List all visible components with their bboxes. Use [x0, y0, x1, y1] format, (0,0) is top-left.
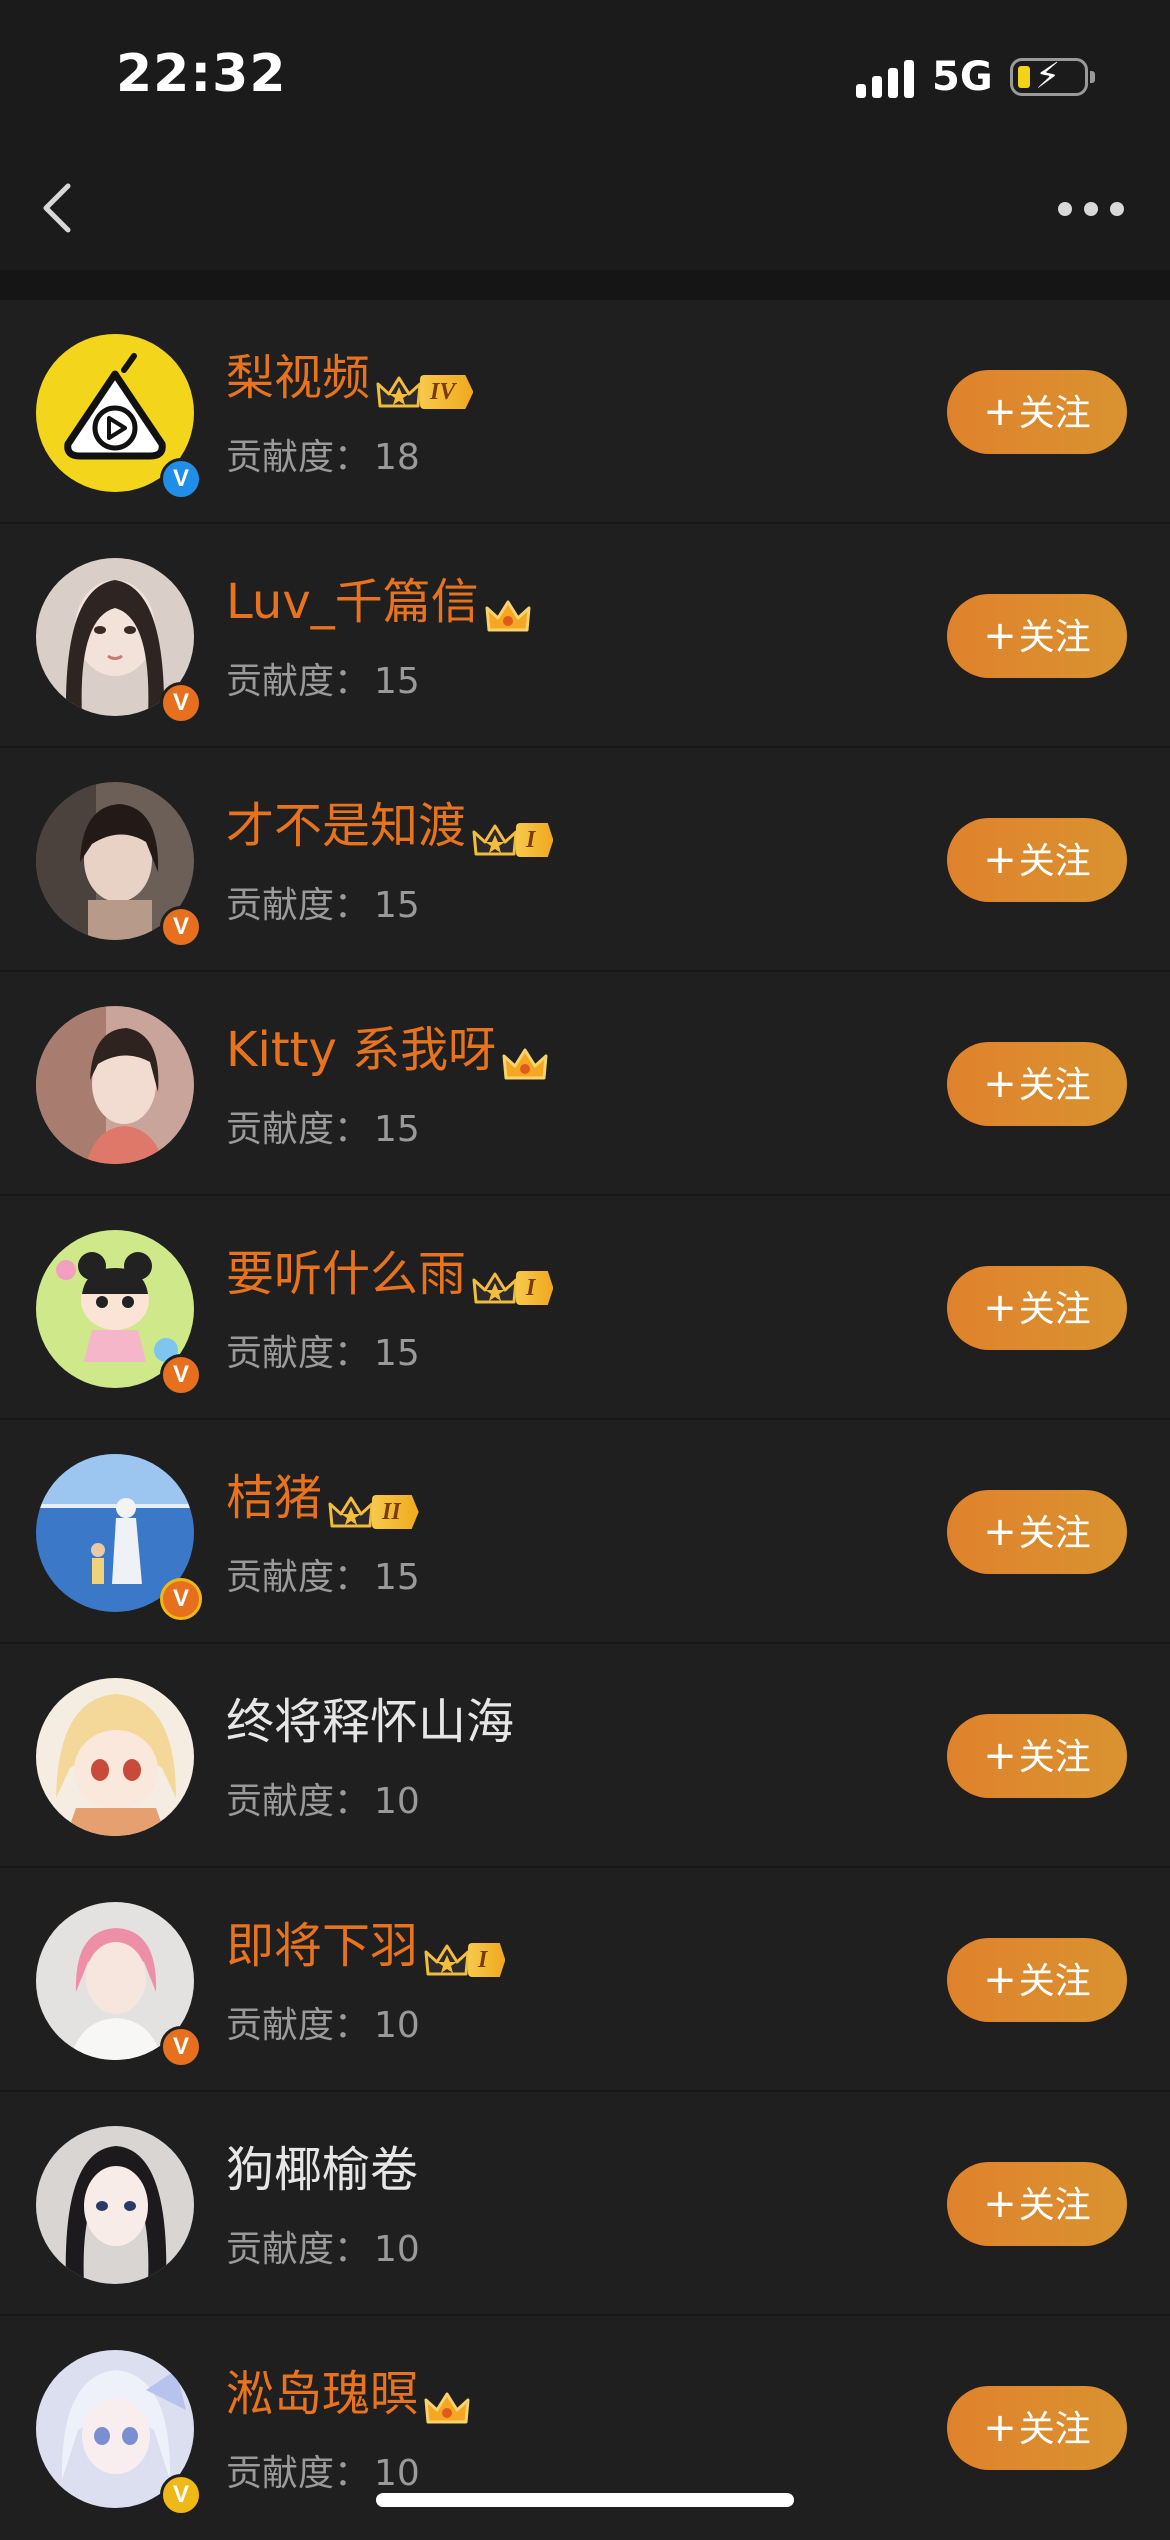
plus-icon: +: [983, 2405, 1017, 2451]
verified-badge-icon: V: [160, 2474, 202, 2516]
list-item[interactable]: V 即将下羽 I 贡献度： 10 +关注: [0, 1868, 1170, 2092]
avatar[interactable]: [36, 1006, 194, 1164]
list-item[interactable]: 终将释怀山海 贡献度： 10 +关注: [0, 1644, 1170, 1868]
status-bar: 22:32 5G ⚡: [0, 0, 1170, 150]
contribution-score: 贡献度： 15: [226, 1333, 420, 1374]
follow-button[interactable]: +关注: [947, 370, 1127, 454]
status-time: 22:32: [116, 44, 287, 104]
crown-icon: [472, 1272, 518, 1304]
nav-bar: [0, 150, 1170, 270]
list-item[interactable]: V 桔猪 II 贡献度： 15 +关注: [0, 1420, 1170, 1644]
verified-badge-icon: V: [160, 2026, 202, 2068]
verified-badge-icon: V: [160, 458, 202, 500]
list-item[interactable]: V Luv_千篇信 贡献度： 15 +关注: [0, 524, 1170, 748]
level-badge: II: [326, 1481, 419, 1529]
list-item[interactable]: V 梨视频 IV 贡献度： 18 +关注: [0, 300, 1170, 524]
verified-badge-icon: V: [160, 1578, 202, 1620]
plus-icon: +: [983, 1733, 1017, 1779]
level-badge: I: [470, 1257, 554, 1305]
contribution-score: 贡献度： 10: [226, 2005, 420, 2046]
contribution-score: 贡献度： 10: [226, 2453, 420, 2494]
level-badge: I: [422, 1929, 506, 1977]
back-icon[interactable]: [30, 178, 90, 238]
plus-icon: +: [983, 613, 1017, 659]
plus-icon: +: [983, 1285, 1017, 1331]
list-item[interactable]: Kitty 系我呀 贡献度： 15 +关注: [0, 972, 1170, 1196]
contributor-list: V 梨视频 IV 贡献度： 18 +关注 V Luv_千篇信 贡献度： 15 +关注 …: [0, 300, 1170, 2540]
follow-button[interactable]: +关注: [947, 818, 1127, 902]
avatar[interactable]: [36, 1678, 194, 1836]
home-indicator[interactable]: [376, 2493, 794, 2507]
plus-icon: +: [983, 1509, 1017, 1555]
level-badge: IV: [374, 361, 474, 409]
level-badge: I: [470, 809, 554, 857]
contribution-score: 贡献度： 15: [226, 1557, 420, 1598]
user-name[interactable]: 狗椰榆卷: [226, 2142, 418, 2198]
user-name[interactable]: 梨视频 IV: [226, 350, 474, 409]
more-options-icon[interactable]: [1058, 202, 1128, 218]
contribution-score: 贡献度： 18: [226, 437, 420, 478]
signal-icon: [856, 58, 916, 98]
contribution-score: 贡献度： 10: [226, 2229, 420, 2270]
crown-icon: [485, 600, 531, 632]
user-name[interactable]: Luv_千篇信: [226, 574, 533, 632]
crown-icon: [424, 1944, 470, 1976]
user-name[interactable]: 淞岛瑰暝: [226, 2366, 472, 2424]
contribution-score: 贡献度： 15: [226, 661, 420, 702]
user-name[interactable]: 才不是知渡 I: [226, 798, 554, 857]
follow-button[interactable]: +关注: [947, 1490, 1127, 1574]
verified-badge-icon: V: [160, 682, 202, 724]
contribution-score: 贡献度： 15: [226, 885, 420, 926]
network-type: 5G: [932, 54, 993, 100]
contribution-score: 贡献度： 15: [226, 1109, 420, 1150]
crown-icon: [502, 1048, 548, 1080]
battery-icon: ⚡: [1010, 57, 1095, 97]
follow-button[interactable]: +关注: [947, 1266, 1127, 1350]
plus-icon: +: [983, 1957, 1017, 2003]
follow-button[interactable]: +关注: [947, 2162, 1127, 2246]
verified-badge-icon: V: [160, 1354, 202, 1396]
plus-icon: +: [983, 2181, 1017, 2227]
crown-icon: [424, 2392, 470, 2424]
level-badge: [422, 2377, 472, 2424]
user-name[interactable]: 桔猪 II: [226, 1470, 419, 1529]
follow-button[interactable]: +关注: [947, 594, 1127, 678]
follow-button[interactable]: +关注: [947, 1042, 1127, 1126]
level-badge: [500, 1033, 550, 1080]
follow-button[interactable]: +关注: [947, 2386, 1127, 2470]
follow-button[interactable]: +关注: [947, 1714, 1127, 1798]
contribution-score: 贡献度： 10: [226, 1781, 420, 1822]
separator: [0, 270, 1170, 300]
verified-badge-icon: V: [160, 906, 202, 948]
user-name[interactable]: Kitty 系我呀: [226, 1022, 550, 1080]
list-item[interactable]: 狗椰榆卷 贡献度： 10 +关注: [0, 2092, 1170, 2316]
plus-icon: +: [983, 1061, 1017, 1107]
plus-icon: +: [983, 837, 1017, 883]
avatar[interactable]: [36, 2126, 194, 2284]
follow-button[interactable]: +关注: [947, 1938, 1127, 2022]
user-name[interactable]: 即将下羽 I: [226, 1918, 506, 1977]
level-badge: [483, 585, 533, 632]
plus-icon: +: [983, 389, 1017, 435]
crown-icon: [472, 824, 518, 856]
list-item[interactable]: V 才不是知渡 I 贡献度： 15 +关注: [0, 748, 1170, 972]
crown-icon: [376, 376, 422, 408]
list-item[interactable]: V 要听什么雨 I 贡献度： 15 +关注: [0, 1196, 1170, 1420]
crown-icon: [328, 1496, 374, 1528]
user-name[interactable]: 终将释怀山海: [226, 1694, 514, 1750]
user-name[interactable]: 要听什么雨 I: [226, 1246, 554, 1305]
